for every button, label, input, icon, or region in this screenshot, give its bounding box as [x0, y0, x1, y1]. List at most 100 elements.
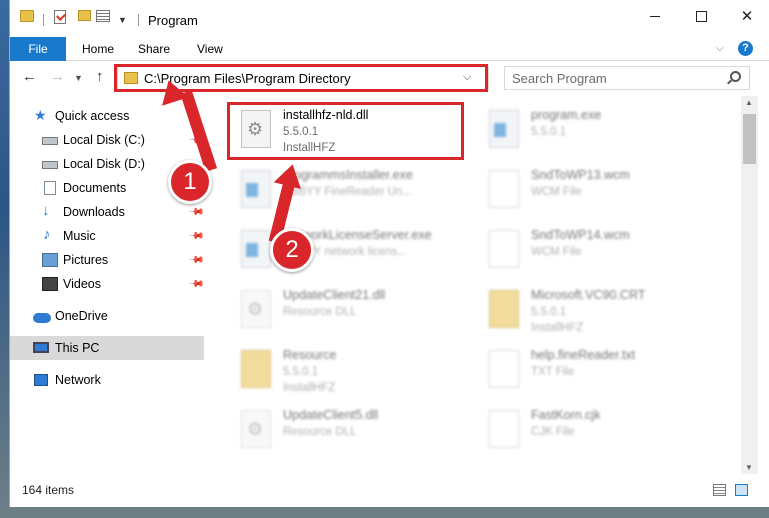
large-icons-view-icon[interactable]: [735, 484, 748, 496]
sidebar-item-this-pc[interactable]: This PC: [10, 336, 204, 360]
scroll-up-icon[interactable]: ▲: [745, 98, 753, 107]
gear-file-icon: [241, 410, 271, 448]
sidebar-item-label: OneDrive: [55, 309, 108, 323]
pin-icon[interactable]: 📌: [188, 252, 205, 269]
exe-icon: [489, 110, 519, 148]
search-icon[interactable]: [730, 71, 741, 82]
sidebar-item-pictures[interactable]: Pictures 📌: [10, 248, 205, 272]
sidebar-item-music[interactable]: ♪ Music 📌: [10, 224, 205, 248]
file-item[interactable]: FastKorn.cjk CJK File: [483, 404, 723, 460]
search-placeholder[interactable]: Search Program: [512, 71, 607, 86]
file-list: installhfz-nld.dll 5.5.0.1 InstallHFZ pr…: [215, 96, 740, 474]
forward-arrow-icon[interactable]: →: [50, 68, 65, 85]
sidebar-item-label: Local Disk (C:): [63, 133, 145, 147]
disk-icon: [42, 161, 58, 169]
pin-icon[interactable]: 📌: [188, 228, 205, 245]
document-icon: [489, 410, 519, 448]
file-name: Microsoft.VC90.CRT: [531, 288, 646, 302]
gear-file-icon: [241, 110, 271, 148]
file-name: UpdateClient5.dll: [283, 408, 379, 422]
expand-ribbon-icon[interactable]: ⌵: [716, 43, 724, 54]
sidebar-item-label: Local Disk (D:): [63, 157, 145, 171]
help-icon[interactable]: ?: [738, 41, 753, 56]
file-company: InstallHFZ: [531, 322, 584, 334]
file-item[interactable]: Resource 5.5.0.1 InstallHFZ: [235, 344, 475, 400]
documents-icon: [44, 181, 56, 195]
cloud-icon: [33, 313, 51, 323]
sidebar-item-network[interactable]: Network: [10, 368, 204, 392]
file-description: ABBYY FineReader Un...: [283, 186, 412, 198]
quick-access-dropdown-icon[interactable]: ▼: [118, 10, 127, 30]
file-item[interactable]: installhfz-nld.dll 5.5.0.1 InstallHFZ: [235, 104, 475, 160]
folder-icon: [489, 290, 519, 328]
sidebar-item-quick-access[interactable]: ★ Quick access: [10, 104, 204, 128]
sidebar-item-label: Quick access: [55, 109, 130, 123]
tab-share[interactable]: Share: [124, 37, 184, 61]
sidebar-item-videos[interactable]: Videos 📌: [10, 272, 205, 296]
file-item[interactable]: programmsInstaller.exe ABBYY FineReader …: [235, 164, 475, 220]
search-box[interactable]: Search Program: [504, 66, 750, 90]
file-type: CJK File: [531, 426, 575, 438]
disk-icon: [42, 137, 58, 145]
title-bar: ▼ Program ✕: [10, 0, 769, 40]
explorer-window: ▼ Program ✕ File Home Share View ⌵ ? ← →…: [9, 0, 769, 507]
scroll-down-icon[interactable]: ▼: [745, 463, 753, 472]
tab-view[interactable]: View: [183, 37, 237, 61]
step-badge-1: 1: [168, 160, 212, 204]
sidebar-item-label: Documents: [63, 181, 127, 195]
sidebar-item-label: Network: [55, 373, 101, 387]
folder-icon: [124, 72, 138, 84]
file-item[interactable]: UpdateClient5.dll Resource DLL: [235, 404, 475, 460]
new-folder-icon[interactable]: [78, 10, 91, 21]
file-item[interactable]: SndToWP13.wcm WCM File: [483, 164, 723, 220]
minimize-button[interactable]: [632, 0, 678, 32]
sidebar-item-local-disk-c[interactable]: Local Disk (C:) 📌: [10, 128, 205, 152]
download-icon: ↓: [42, 202, 50, 219]
file-type: Resource DLL: [283, 306, 357, 318]
computer-icon: [33, 342, 49, 353]
file-name: SndToWP14.wcm: [531, 228, 630, 242]
scroll-thumb[interactable]: [743, 114, 756, 164]
music-icon: ♪: [43, 226, 51, 243]
star-icon: ★: [34, 107, 47, 123]
pin-icon[interactable]: 📌: [188, 204, 205, 221]
sidebar-item-label: Downloads: [63, 205, 125, 219]
videos-icon: [42, 277, 58, 291]
vertical-scrollbar[interactable]: ▲ ▼: [741, 96, 758, 474]
window-title: Program: [148, 13, 198, 28]
sidebar-item-onedrive[interactable]: OneDrive: [10, 304, 204, 328]
close-button[interactable]: ✕: [724, 0, 769, 32]
network-icon: [34, 374, 48, 386]
separator: [43, 14, 44, 26]
exe-icon: [241, 170, 271, 208]
file-name: help.fineReader.txt: [531, 348, 636, 362]
step-badge-2: 2: [270, 228, 314, 272]
recent-locations-icon[interactable]: ▼: [74, 73, 83, 83]
properties-check-icon[interactable]: [54, 10, 66, 24]
file-item[interactable]: program.exe 5.5.0.1: [483, 104, 723, 160]
file-name: Resource: [283, 348, 337, 362]
file-type: Resource DLL: [283, 426, 357, 438]
file-name: program.exe: [531, 108, 602, 122]
sidebar-item-label: This PC: [55, 341, 100, 355]
customize-view-icon[interactable]: [96, 10, 110, 22]
exe-icon: [241, 230, 271, 268]
file-item[interactable]: help.fineReader.txt TXT File: [483, 344, 723, 400]
file-item[interactable]: Microsoft.VC90.CRT 5.5.0.1 InstallHFZ: [483, 284, 723, 340]
address-dropdown-icon[interactable]: ⌵: [463, 71, 471, 84]
file-item[interactable]: SndToWP14.wcm WCM File: [483, 224, 723, 280]
file-item[interactable]: UpdateClient21.dll Resource DLL: [235, 284, 475, 340]
navigation-bar: ← → ▼ ↑ C:\Program Files\Program Directo…: [10, 62, 769, 94]
details-view-icon[interactable]: [713, 484, 726, 496]
tab-file[interactable]: File: [10, 37, 66, 61]
sidebar-item-downloads[interactable]: ↓ Downloads 📌: [10, 200, 205, 224]
back-arrow-icon[interactable]: ←: [22, 68, 37, 85]
up-arrow-icon[interactable]: ↑: [96, 68, 104, 85]
file-company: InstallHFZ: [283, 142, 336, 154]
tab-home[interactable]: Home: [68, 37, 128, 61]
folder-icon: [241, 350, 271, 388]
file-version: 5.5.0.1: [283, 126, 319, 138]
maximize-button[interactable]: [678, 0, 724, 32]
file-company: InstallHFZ: [283, 382, 336, 394]
pin-icon[interactable]: 📌: [188, 276, 205, 293]
